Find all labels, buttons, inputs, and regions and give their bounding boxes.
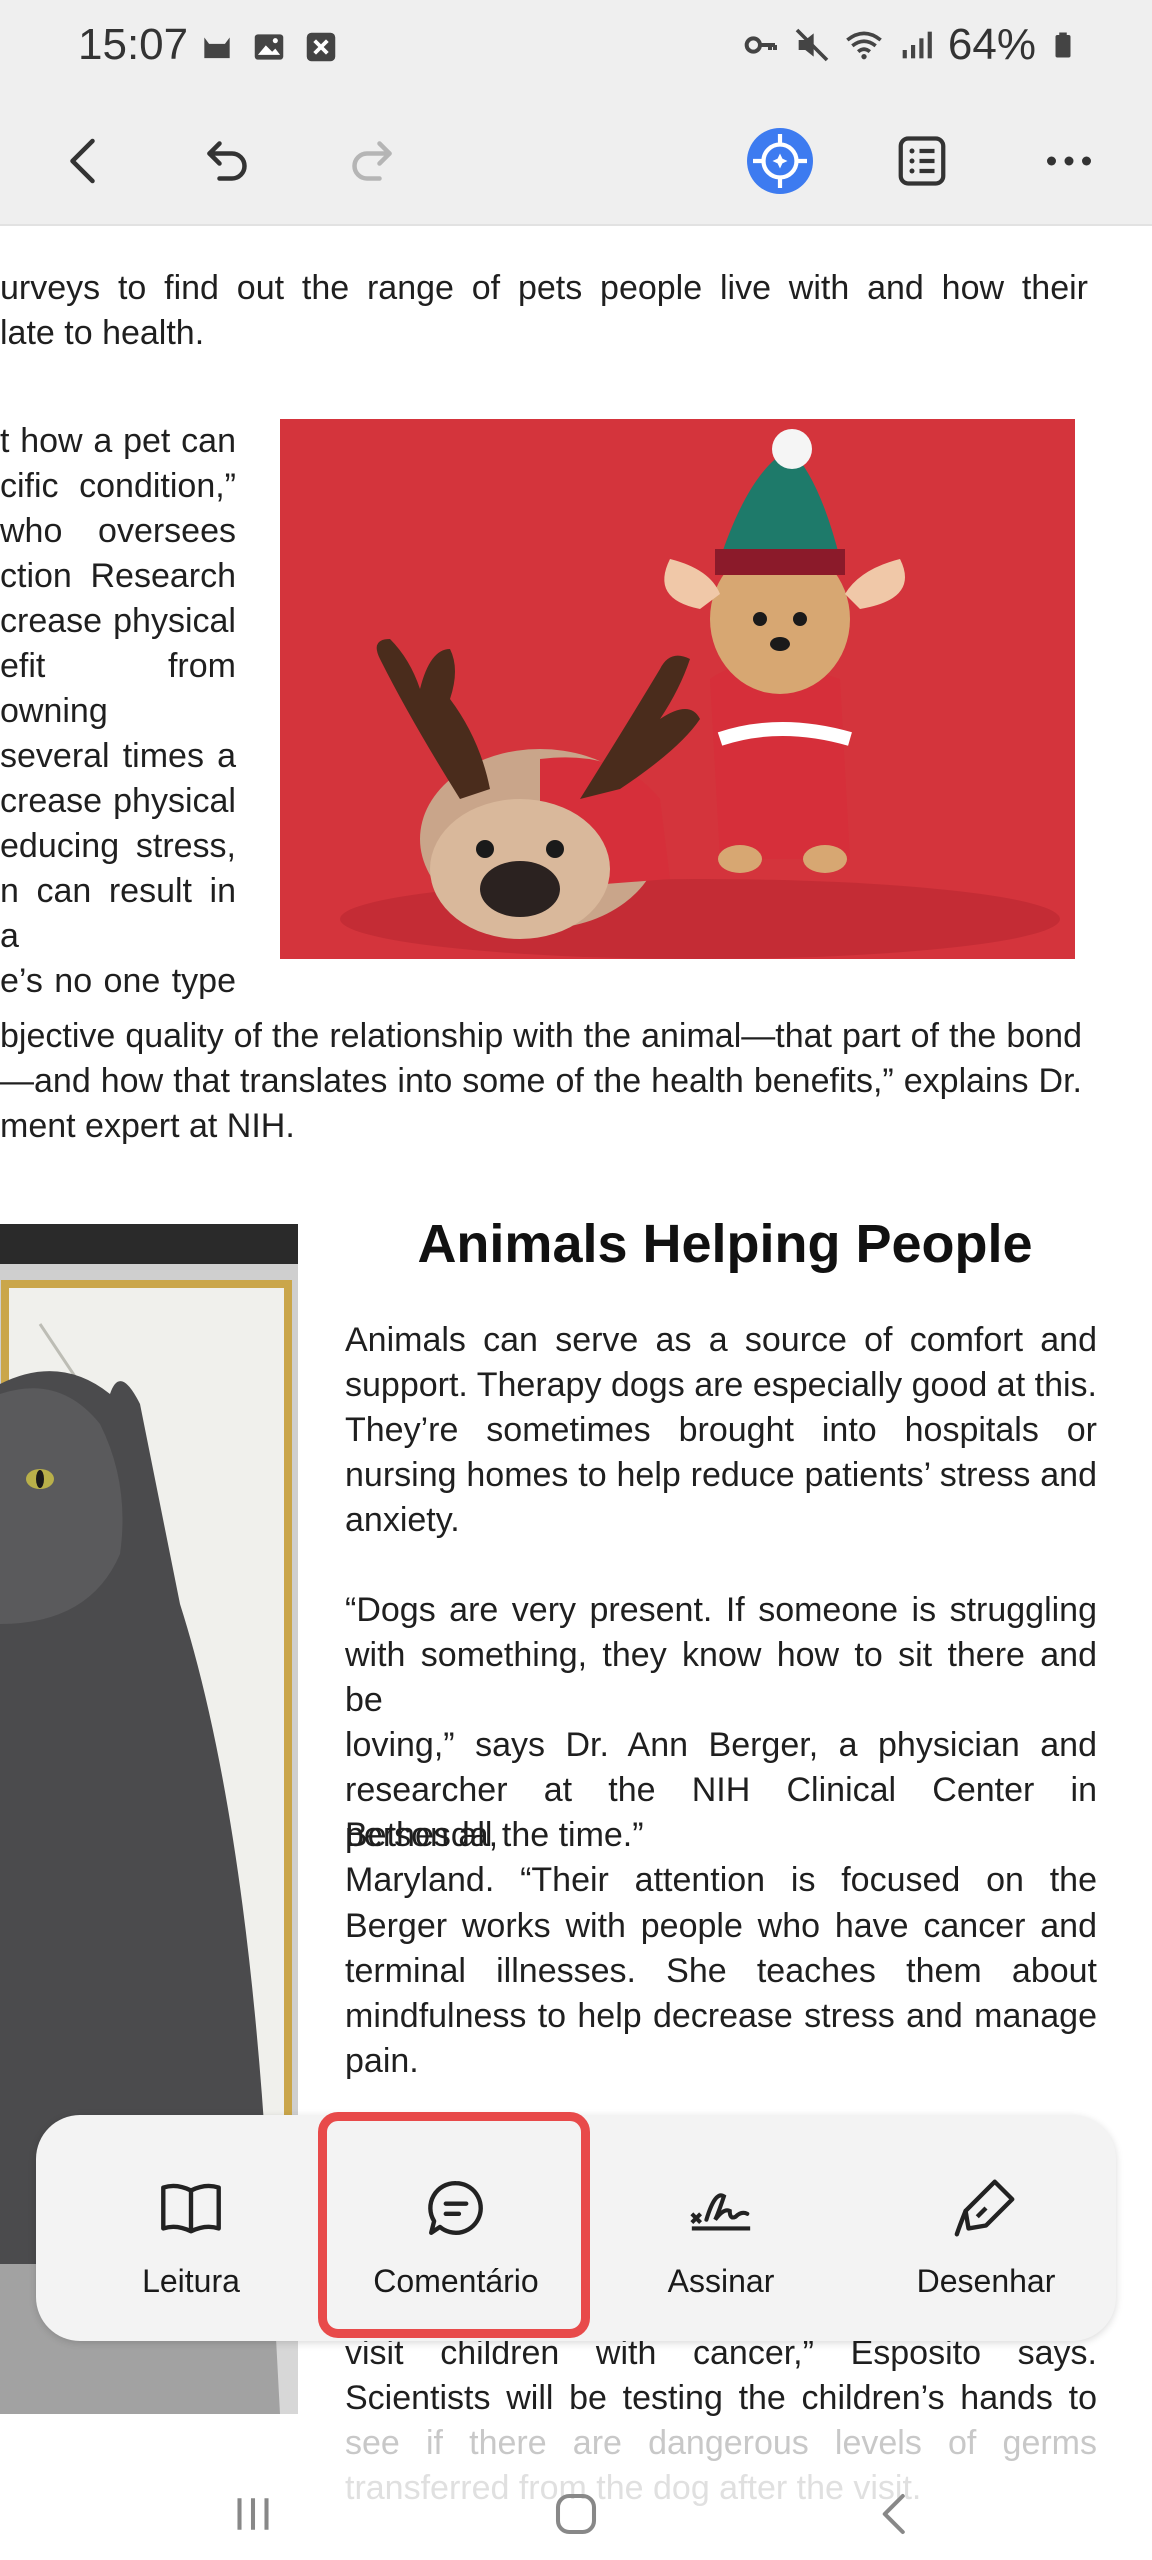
- redo-button[interactable]: [327, 116, 417, 206]
- home-icon: [555, 2493, 597, 2535]
- sign-label: Assinar: [667, 2263, 775, 2299]
- mute-icon: [795, 28, 829, 62]
- toc-icon: [898, 136, 946, 186]
- section-heading: Animals Helping People: [417, 1214, 1033, 1274]
- battery-percent: 64%: [947, 20, 1036, 69]
- doc-paragraph-6-end: pain.: [345, 2042, 419, 2080]
- wifi-icon: [846, 31, 882, 60]
- pen-icon: [954, 2179, 1015, 2237]
- doc-paragraph-1-end: late to health.: [0, 314, 205, 352]
- comment-highlight-box: [318, 2112, 590, 2338]
- undo-icon: [207, 141, 247, 181]
- system-status: 64%: [740, 20, 1078, 70]
- undo-button[interactable]: [182, 116, 272, 206]
- chevron-left-icon: [882, 2493, 905, 2535]
- notification-icons: [198, 28, 340, 66]
- signal-icon: [902, 31, 932, 59]
- recent-apps-icon: [237, 2498, 269, 2530]
- system-navigation-bar: [0, 2470, 1152, 2560]
- reading-mode-button[interactable]: Leitura: [66, 2115, 316, 2341]
- doc-paragraph-1: urveys to find out the range of pets peo…: [0, 269, 1088, 307]
- more-options-button[interactable]: [1024, 116, 1114, 206]
- toolbar: [0, 96, 1152, 226]
- doc-paragraph-5-end: person all the time.”: [345, 1816, 644, 1854]
- image-notification-icon: [254, 34, 284, 60]
- home-button[interactable]: [536, 2484, 616, 2544]
- signature-icon: [690, 2193, 751, 2231]
- key-icon: [744, 36, 777, 54]
- photo-dogs-christmas: [280, 419, 1075, 959]
- doc-paragraph-4-end: anxiety.: [345, 1501, 460, 1539]
- battery-icon: [1055, 32, 1071, 58]
- ai-assistant-icon: [747, 128, 813, 194]
- doc-paragraph-4: Animals can serve as a source of comfort…: [345, 1321, 1097, 1494]
- doc-paragraph-3-end: ment expert at NIH.: [0, 1107, 295, 1145]
- doc-paragraph-3: bjective quality of the relationship wit…: [0, 1017, 1082, 1100]
- table-of-contents-button[interactable]: [877, 116, 967, 206]
- draw-button[interactable]: Desenhar: [861, 2115, 1111, 2341]
- back-icon: [70, 138, 95, 184]
- doc-paragraph-2: t how a pet can cific condition,” who ov…: [0, 422, 236, 1000]
- book-icon: [161, 2183, 221, 2234]
- cat-notification-icon: [204, 37, 230, 59]
- close-box-notification-icon: [306, 32, 336, 62]
- more-icon: [1047, 156, 1091, 166]
- ai-assistant-button[interactable]: [735, 116, 825, 206]
- sign-button[interactable]: Assinar: [596, 2115, 846, 2341]
- status-bar: 15:07 64%: [0, 0, 1152, 96]
- doc-paragraph-7: visit children with cancer,” Esposito sa…: [345, 2334, 1097, 2462]
- doc-paragraph-6: Berger works with people who have cancer…: [345, 1907, 1097, 2035]
- draw-label: Desenhar: [916, 2263, 1056, 2299]
- system-back-button[interactable]: [856, 2484, 936, 2544]
- back-button[interactable]: [40, 116, 130, 206]
- status-time: 15:07: [78, 20, 189, 69]
- reading-mode-label: Leitura: [142, 2263, 240, 2299]
- recent-apps-button[interactable]: [213, 2484, 293, 2544]
- redo-icon: [352, 141, 392, 181]
- dogs-illustration: [280, 419, 1075, 959]
